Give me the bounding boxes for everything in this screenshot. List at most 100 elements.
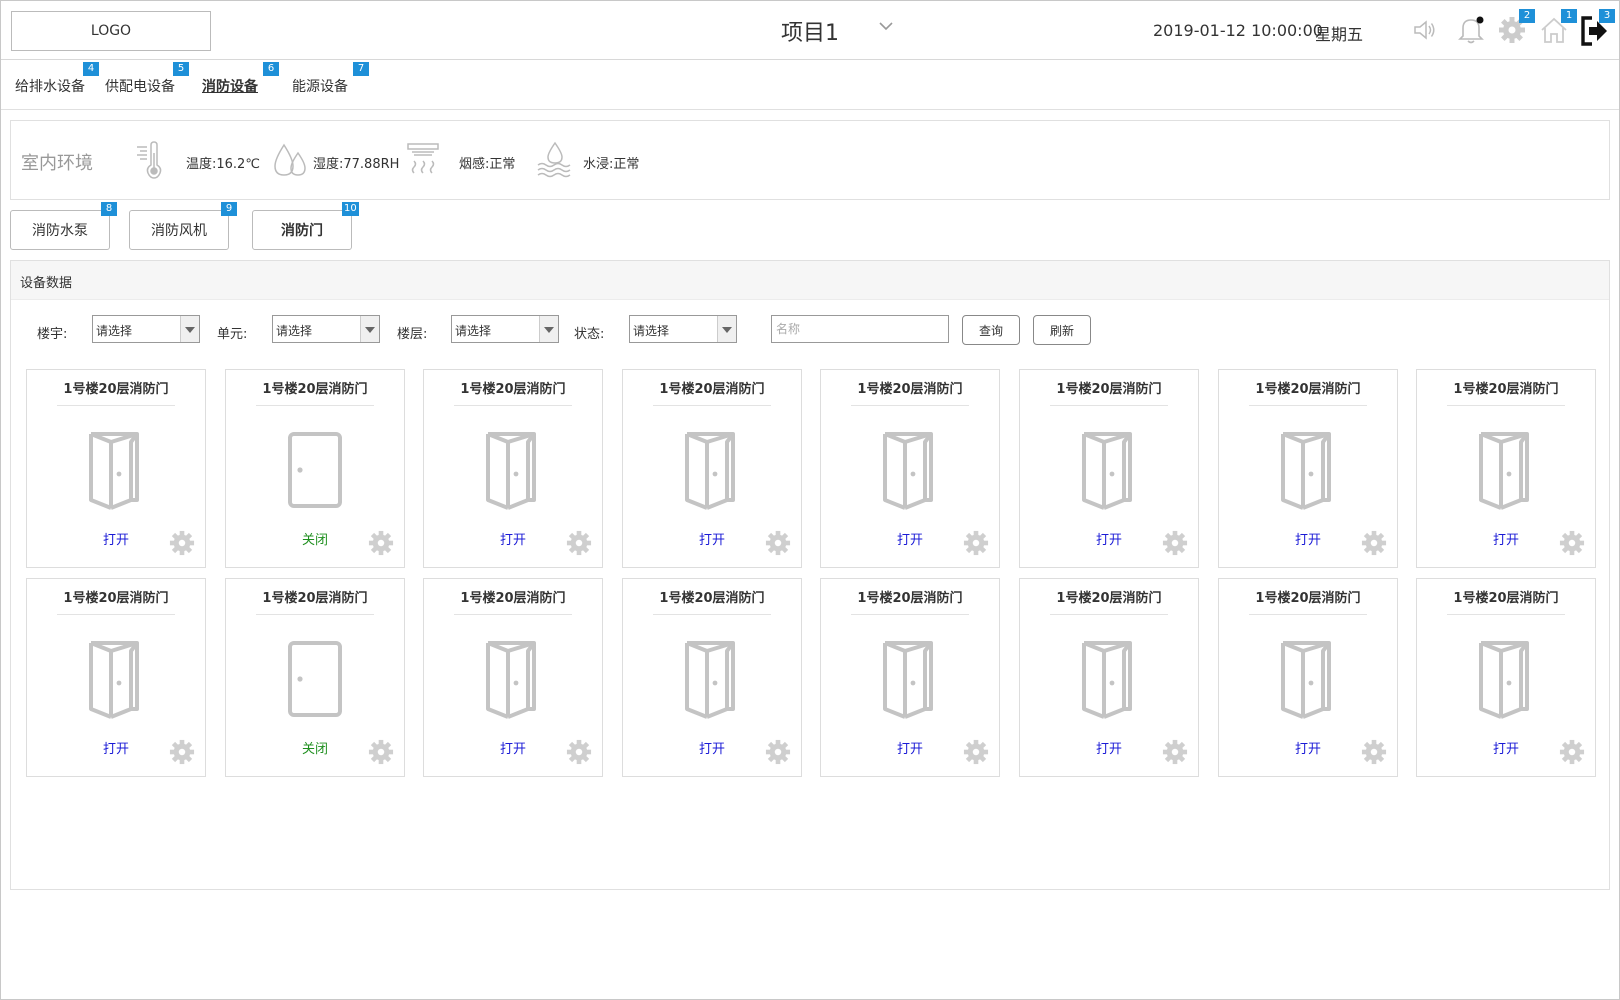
door-open-icon: [1277, 430, 1337, 514]
door-open-icon: [1475, 639, 1535, 723]
gear-icon[interactable]: [963, 739, 989, 769]
thermometer-icon: [137, 141, 162, 179]
floor-label: 楼层:: [397, 327, 428, 342]
dropdown-arrow-icon[interactable]: [180, 316, 199, 342]
tab-power[interactable]: 供配电设备: [105, 76, 175, 96]
status-select[interactable]: 请选择: [629, 315, 737, 343]
subtab-fire-fan[interactable]: 消防风机: [129, 210, 229, 250]
bell-icon[interactable]: [1457, 15, 1485, 45]
gear-icon[interactable]: [1361, 530, 1387, 560]
refresh-button[interactable]: 刷新: [1033, 315, 1091, 345]
panel-title: 设备数据: [20, 276, 73, 291]
device-name: 1号楼20层消防门: [63, 591, 169, 606]
door-open-icon: [85, 639, 145, 723]
category-tabs: 给排水设备 4 供配电设备 5 消防设备 6 能源设备 7: [1, 60, 1619, 110]
tab-badge: 4: [83, 62, 99, 76]
divider: [653, 405, 771, 406]
dropdown-arrow-icon[interactable]: [360, 316, 379, 342]
chevron-down-icon[interactable]: [879, 21, 893, 31]
gear-icon[interactable]: [368, 530, 394, 560]
gear-icon[interactable]: [1559, 739, 1585, 769]
device-name: 1号楼20层消防门: [1255, 382, 1361, 397]
home-badge: 1: [1561, 9, 1577, 23]
subtab-fire-pump[interactable]: 消防水泵: [10, 210, 110, 250]
tab-fire[interactable]: 消防设备: [202, 76, 258, 96]
device-card[interactable]: 1号楼20层消防门 打开: [1019, 578, 1199, 777]
device-card[interactable]: 1号楼20层消防门 打开: [423, 578, 603, 777]
gear-icon[interactable]: [765, 739, 791, 769]
water-leak-icon: [537, 141, 571, 178]
subtab-badge: 10: [342, 202, 359, 216]
settings-badge: 2: [1519, 9, 1535, 23]
gear-icon[interactable]: [169, 530, 195, 560]
device-card[interactable]: 1号楼20层消防门 打开: [1019, 369, 1199, 568]
query-button[interactable]: 查询: [962, 315, 1020, 345]
device-name: 1号楼20层消防门: [1056, 591, 1162, 606]
device-card[interactable]: 1号楼20层消防门 关闭: [225, 369, 405, 568]
gear-icon[interactable]: [1162, 530, 1188, 560]
logo: LOGO: [11, 11, 211, 51]
door-open-icon: [482, 639, 542, 723]
gear-icon[interactable]: [566, 530, 592, 560]
floor-select-value: 请选择: [455, 324, 492, 338]
device-card[interactable]: 1号楼20层消防门 打开: [26, 578, 206, 777]
device-card[interactable]: 1号楼20层消防门 打开: [622, 578, 802, 777]
divider: [1249, 405, 1367, 406]
tab-water[interactable]: 给排水设备: [15, 76, 85, 96]
device-card[interactable]: 1号楼20层消防门 打开: [1218, 578, 1398, 777]
device-name: 1号楼20层消防门: [659, 591, 765, 606]
device-name: 1号楼20层消防门: [1056, 382, 1162, 397]
device-name: 1号楼20层消防门: [1255, 591, 1361, 606]
device-card[interactable]: 1号楼20层消防门 打开: [622, 369, 802, 568]
project-selector[interactable]: 项目1: [781, 15, 839, 47]
unit-label: 单元:: [217, 327, 248, 342]
device-name: 1号楼20层消防门: [262, 591, 368, 606]
device-card[interactable]: 1号楼20层消防门 打开: [423, 369, 603, 568]
device-name: 1号楼20层消防门: [857, 382, 963, 397]
divider: [851, 405, 969, 406]
door-closed-icon: [284, 639, 344, 723]
device-name: 1号楼20层消防门: [262, 382, 368, 397]
unit-select[interactable]: 请选择: [272, 315, 380, 343]
divider: [653, 614, 771, 615]
device-data-panel: 设备数据 楼宇: 请选择 单元: 请选择 楼层: 请选择 状态: 请选择 查询 …: [10, 260, 1610, 890]
device-card[interactable]: 1号楼20层消防门 关闭: [225, 578, 405, 777]
flood-status: 水浸:正常: [583, 157, 640, 172]
tab-energy[interactable]: 能源设备: [292, 76, 348, 96]
device-name: 1号楼20层消防门: [659, 382, 765, 397]
gear-icon[interactable]: [963, 530, 989, 560]
gear-icon[interactable]: [1559, 530, 1585, 560]
device-card[interactable]: 1号楼20层消防门 打开: [26, 369, 206, 568]
door-closed-icon: [284, 430, 344, 514]
gear-icon[interactable]: [1361, 739, 1387, 769]
subtab-badge: 8: [101, 202, 117, 216]
gear-icon[interactable]: [368, 739, 394, 769]
divider: [57, 614, 175, 615]
name-search-input[interactable]: [771, 315, 949, 343]
device-card[interactable]: 1号楼20层消防门 打开: [820, 578, 1000, 777]
gear-icon[interactable]: [169, 739, 195, 769]
speaker-icon[interactable]: [1413, 19, 1437, 41]
floor-select[interactable]: 请选择: [451, 315, 559, 343]
device-card[interactable]: 1号楼20层消防门 打开: [1218, 369, 1398, 568]
dropdown-arrow-icon[interactable]: [539, 316, 558, 342]
top-header: LOGO 项目1 2019-01-12 10:00:00 星期五 2 1 3: [1, 1, 1619, 60]
device-card[interactable]: 1号楼20层消防门 打开: [1416, 369, 1596, 568]
device-name: 1号楼20层消防门: [460, 591, 566, 606]
datetime: 2019-01-12 10:00:00: [1153, 21, 1323, 40]
door-open-icon: [482, 430, 542, 514]
subtab-fire-door[interactable]: 消防门: [252, 210, 352, 250]
gear-icon[interactable]: [566, 739, 592, 769]
divider: [1447, 405, 1565, 406]
temperature-value: 温度:16.2℃: [186, 157, 260, 172]
gear-icon[interactable]: [1162, 739, 1188, 769]
device-card[interactable]: 1号楼20层消防门 打开: [1416, 578, 1596, 777]
divider: [57, 405, 175, 406]
device-card[interactable]: 1号楼20层消防门 打开: [820, 369, 1000, 568]
logout-badge: 3: [1599, 9, 1615, 23]
dropdown-arrow-icon[interactable]: [717, 316, 736, 342]
building-label: 楼宇:: [37, 327, 68, 342]
building-select[interactable]: 请选择: [92, 315, 200, 343]
device-name: 1号楼20层消防门: [1453, 382, 1559, 397]
gear-icon[interactable]: [765, 530, 791, 560]
